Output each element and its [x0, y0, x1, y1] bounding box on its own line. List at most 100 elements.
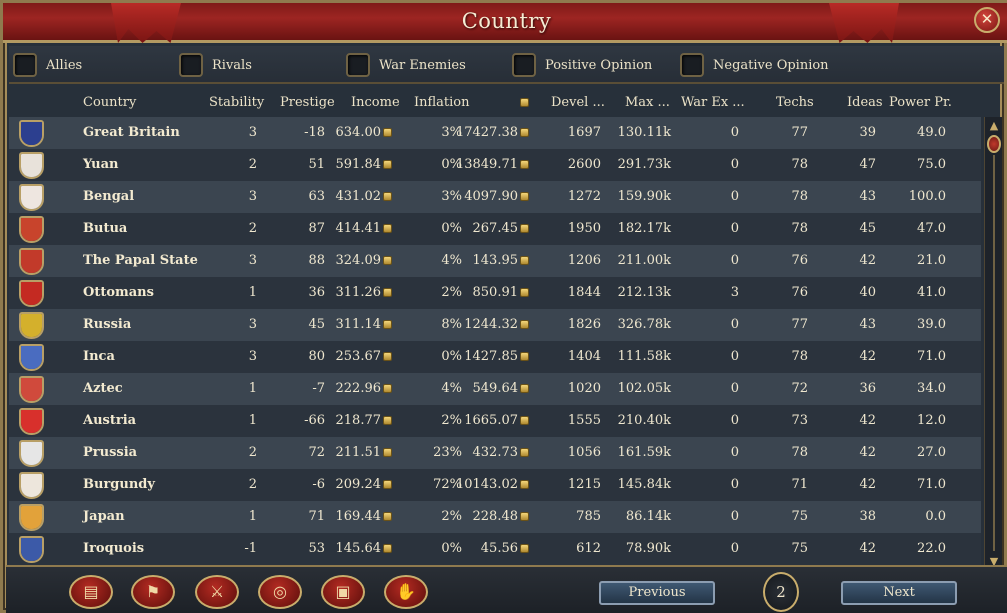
ideas-cell: 42 — [859, 253, 876, 268]
filter-negative-opinion[interactable]: Negative Opinion — [680, 53, 829, 77]
prussia-flag[interactable] — [19, 440, 44, 467]
column-header-stability[interactable]: Stability — [209, 95, 264, 110]
max-manpower-cell-value: 145.84k — [617, 477, 671, 492]
country-name[interactable]: Prussia — [83, 445, 137, 460]
column-header-war-exhaustion[interactable]: War Ex ... — [681, 95, 745, 110]
country-name[interactable]: Russia — [83, 317, 131, 332]
aztec-flag[interactable] — [19, 376, 44, 403]
war-exhaustion-cell-value: 3 — [730, 285, 739, 300]
development-cell-value: 2600 — [567, 157, 601, 172]
column-header-prestige[interactable]: Prestige — [280, 95, 335, 110]
development-cell: 2600 — [568, 157, 601, 172]
table-row[interactable]: Russia 3 45 311.14 8% 1244.32 1826 326.78k 0 77 43… — [9, 309, 981, 341]
next-button[interactable]: Next — [841, 581, 957, 605]
rivals-checkbox[interactable] — [179, 53, 203, 77]
max-manpower-cell-value: 111.58k — [617, 349, 671, 364]
table-row[interactable]: Aztec 1 -7 222.96 4% 549.64 1020 102.05k 0 72 36 34… — [9, 373, 981, 405]
country-name[interactable]: Aztec — [83, 381, 123, 396]
union-jack-flag[interactable] — [19, 120, 44, 147]
filter-bar: Allies Rivals War Enemies Positive Opini… — [9, 46, 1004, 84]
column-header-country[interactable]: Country — [83, 95, 136, 110]
country-name[interactable]: Bengal — [83, 189, 134, 204]
inflation-cell-value: 4% — [441, 253, 462, 268]
prestige-cell-value: 53 — [308, 541, 325, 556]
column-header-development[interactable]: Devel ... — [551, 95, 605, 110]
table-row[interactable]: Japan 1 71 169.44 2% 228.48 785 86.14k 0 75 38 0.0 — [9, 501, 981, 533]
iroquois-flag[interactable] — [19, 536, 44, 563]
filter-positive-opinion[interactable]: Positive Opinion — [512, 53, 652, 77]
filter-allies[interactable]: Allies — [13, 53, 82, 77]
income-cell: 145.64 — [336, 541, 392, 556]
inca-flag[interactable] — [19, 344, 44, 371]
treasury-cell: 17427.38 — [456, 125, 529, 140]
ottomans-flag[interactable] — [19, 280, 44, 307]
country-name[interactable]: Burgundy — [83, 477, 155, 492]
column-header-inflation[interactable]: Inflation — [414, 95, 470, 110]
column-header-ideas[interactable]: Ideas — [847, 95, 883, 110]
handshake-icon[interactable]: ✋ — [384, 575, 428, 609]
allies-checkbox[interactable] — [13, 53, 37, 77]
gold-coin-icon — [383, 320, 392, 329]
flag-icon[interactable]: ⚑ — [131, 575, 175, 609]
ledger-icon[interactable]: ▤ — [69, 575, 113, 609]
income-cell-value: 414.41 — [335, 221, 382, 236]
burgundy-flag[interactable] — [19, 472, 44, 499]
ideas-cell-value: 36 — [859, 381, 876, 396]
column-header-max[interactable]: Max ... — [625, 95, 670, 110]
positive-opinion-checkbox[interactable] — [512, 53, 536, 77]
scroll-up-icon[interactable]: ▲ — [987, 119, 1001, 133]
war-exhaustion-cell-value: 0 — [730, 253, 739, 268]
country-name[interactable]: Great Britain — [83, 125, 180, 140]
table-row[interactable]: Ottomans 1 36 311.26 2% 850.91 1844 212.13k 3 76 4… — [9, 277, 981, 309]
scroll-track[interactable] — [993, 155, 995, 551]
table-scrollbar[interactable]: ▲ ▼ — [984, 117, 1002, 571]
table-row[interactable]: Butua 2 87 414.41 0% 267.45 1950 182.17k 0 78 45 47… — [9, 213, 981, 245]
country-name[interactable]: Ottomans — [83, 285, 154, 300]
table-row[interactable]: Iroquois -1 53 145.64 0% 45.56 612 78.90k 0 75 42 2… — [9, 533, 981, 565]
japan-flag[interactable] — [19, 504, 44, 531]
austria-flag[interactable] — [19, 408, 44, 435]
country-name[interactable]: The Papal State — [83, 253, 198, 268]
country-name[interactable]: Japan — [83, 509, 125, 524]
filter-rivals[interactable]: Rivals — [179, 53, 252, 77]
column-header-power-projection[interactable]: Power Pr. — [889, 95, 952, 110]
table-row[interactable]: Prussia 2 72 211.51 23% 432.73 1056 161.59k 0 78 4… — [9, 437, 981, 469]
russia-flag[interactable] — [19, 312, 44, 339]
coins-icon[interactable]: ◎ — [258, 575, 302, 609]
negative-opinion-checkbox[interactable] — [680, 53, 704, 77]
country-name[interactable]: Butua — [83, 221, 127, 236]
column-header-treasury[interactable] — [518, 95, 529, 110]
trade-goods-icon[interactable]: ▣ — [321, 575, 365, 609]
close-icon[interactable]: ✕ — [974, 7, 1000, 33]
inflation-cell: 4% — [441, 253, 462, 268]
table-row[interactable]: Great Britain 3 -18 634.00 3% 17427.38 1697 130… — [9, 117, 981, 149]
country-name[interactable]: Austria — [83, 413, 136, 428]
war-exhaustion-cell-value: 0 — [730, 125, 739, 140]
country-name[interactable]: Inca — [83, 349, 115, 364]
previous-button[interactable]: Previous — [599, 581, 715, 605]
butua-flag[interactable] — [19, 216, 44, 243]
table-row[interactable]: Bengal 3 63 431.02 3% 4097.90 1272 159.90k 0 78 43… — [9, 181, 981, 213]
war-exhaustion-cell: 0 — [731, 189, 739, 204]
country-name[interactable]: Yuan — [83, 157, 118, 172]
gold-coin-icon — [520, 416, 529, 425]
table-row[interactable]: Inca 3 80 253.67 0% 1427.85 1404 111.58k 0 78 42 71… — [9, 341, 981, 373]
column-header-income[interactable]: Income — [351, 95, 400, 110]
crossed-swords-icon[interactable]: ⚔ — [195, 575, 239, 609]
country-name[interactable]: Iroquois — [83, 541, 144, 556]
scroll-thumb[interactable] — [987, 135, 1001, 153]
yuan-flag[interactable] — [19, 152, 44, 179]
max-manpower-cell-value: 78.90k — [625, 541, 671, 556]
table-row[interactable]: Austria 1 -66 218.77 2% 1665.07 1555 210.40k 0 73… — [9, 405, 981, 437]
development-cell-value: 1555 — [567, 413, 601, 428]
table-row[interactable]: The Papal State 3 88 324.09 4% 143.95 1206 211.… — [9, 245, 981, 277]
war-enemies-checkbox[interactable] — [346, 53, 370, 77]
column-header-techs[interactable]: Techs — [776, 95, 814, 110]
max-manpower-cell: 326.78k — [618, 317, 671, 332]
table-row[interactable]: Yuan 2 51 591.84 0% 13849.71 2600 291.73k 0 78 47 7… — [9, 149, 981, 181]
bengal-flag[interactable] — [19, 184, 44, 211]
papal-state-flag[interactable] — [19, 248, 44, 275]
development-cell: 1056 — [568, 445, 601, 460]
filter-war-enemies[interactable]: War Enemies — [346, 53, 466, 77]
table-row[interactable]: Burgundy 2 -6 209.24 72% 10143.02 1215 145.84k 0… — [9, 469, 981, 501]
